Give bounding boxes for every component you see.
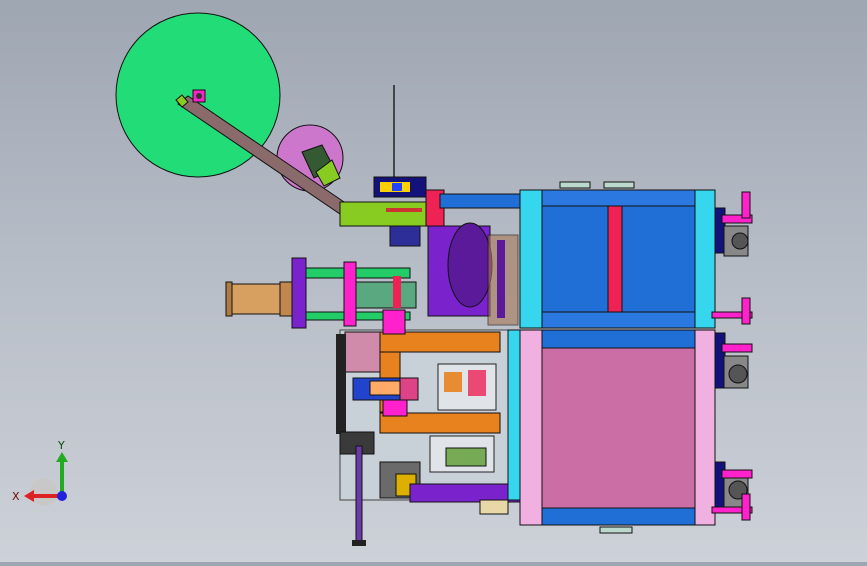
gear-unit-1-red xyxy=(468,370,486,396)
cutter-insert xyxy=(369,380,401,396)
rail-slide xyxy=(355,281,417,309)
lower-purple-rail xyxy=(409,483,521,503)
caster-bottom xyxy=(711,461,753,521)
drive-mount xyxy=(497,240,505,318)
handle-bottom xyxy=(599,526,633,534)
handle-top-2 xyxy=(603,181,635,189)
x-axis-head xyxy=(24,490,34,502)
caster-mid xyxy=(711,297,753,389)
caster-top xyxy=(714,191,753,257)
bottom-roller xyxy=(479,499,509,515)
gear-unit-1-orange xyxy=(444,372,462,392)
rail-bracket-mid xyxy=(343,261,357,327)
frame-lower-left-post xyxy=(519,329,543,526)
frame-upper-red-strip xyxy=(607,205,623,313)
y-axis-label: Y xyxy=(57,440,65,452)
cylinder-endcap-left xyxy=(225,281,233,317)
magenta-block-upper xyxy=(382,309,406,335)
drive-pulley xyxy=(447,222,493,308)
y-axis-head xyxy=(56,452,68,462)
left-plate xyxy=(344,331,381,373)
left-dark-plate xyxy=(336,334,346,434)
triad-base xyxy=(30,478,58,506)
frame-upper-bottom-bar xyxy=(541,311,696,329)
rail-red-block xyxy=(393,276,401,308)
guide-rod-foot xyxy=(352,540,366,546)
guide-bracket xyxy=(389,225,421,247)
guide-rod xyxy=(355,445,363,545)
cad-viewport[interactable]: Y X xyxy=(0,0,867,562)
frame-upper-right-post xyxy=(694,189,716,329)
frame-upper-top-bar xyxy=(541,189,696,207)
assembly-model xyxy=(115,12,753,546)
guide-plate xyxy=(339,201,427,227)
orange-beam-upper xyxy=(379,331,501,353)
cutter-jaw xyxy=(399,377,419,401)
frame-lower-body xyxy=(519,329,716,526)
guide-slot xyxy=(386,208,422,212)
axis-triad: Y X xyxy=(12,440,68,506)
arm-clamp-bolt xyxy=(196,93,202,99)
frame-lower-bottom-bar xyxy=(541,507,696,526)
frame-lower-right-post xyxy=(694,329,716,526)
rail-bracket-left xyxy=(291,257,307,329)
gear-unit-2-green xyxy=(445,447,487,467)
cyan-rail-upper xyxy=(439,193,526,209)
frame-upper-left-post xyxy=(519,189,543,329)
x-axis-label: X xyxy=(12,490,20,503)
upper-head-insert xyxy=(392,183,402,191)
handle-top-1 xyxy=(559,181,591,189)
frame-lower-top-bar xyxy=(541,329,696,349)
z-axis-dot xyxy=(57,491,67,501)
